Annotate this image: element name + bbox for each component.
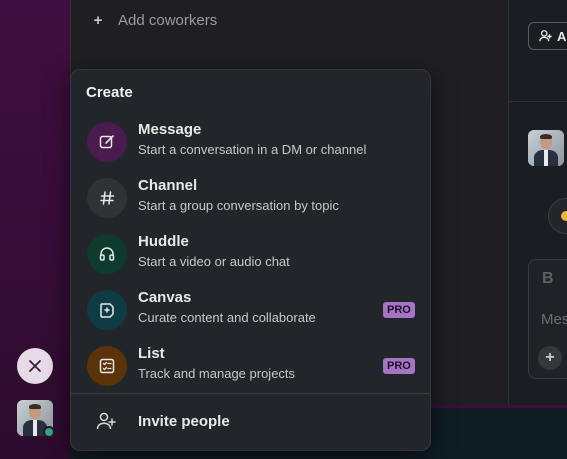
menu-divider — [71, 393, 430, 394]
add-people-button[interactable]: A — [528, 22, 567, 50]
menu-item-description: Start a group conversation by topic — [138, 198, 339, 213]
menu-item-description: Track and manage projects — [138, 366, 296, 381]
canvas-icon — [87, 290, 127, 330]
add-person-icon — [539, 30, 552, 42]
hash-icon — [87, 178, 127, 218]
menu-item-message[interactable]: Message Start a conversation in a DM or … — [71, 114, 430, 170]
headphones-icon — [87, 234, 127, 274]
add-coworkers-label: Add coworkers — [118, 11, 218, 29]
pro-badge: PRO — [383, 302, 415, 318]
menu-item-name: Canvas — [138, 289, 192, 306]
presence-indicator — [43, 426, 55, 438]
close-icon — [29, 360, 41, 372]
menu-item-name: Channel — [138, 177, 198, 194]
invite-people-item[interactable]: Invite people — [71, 400, 430, 444]
compose-icon — [87, 122, 127, 162]
pro-badge: PRO — [383, 358, 415, 374]
list-icon — [87, 346, 127, 386]
header-divider — [509, 101, 567, 102]
composer-plus-button[interactable]: + — [538, 346, 562, 370]
message-avatar[interactable] — [528, 130, 564, 166]
menu-item-name: Huddle — [138, 233, 189, 250]
menu-item-huddle[interactable]: Huddle Start a video or audio chat — [71, 226, 430, 282]
menu-item-list[interactable]: List Track and manage projects PRO — [71, 338, 430, 394]
menu-item-description: Start a video or audio chat — [138, 254, 290, 269]
menu-item-canvas[interactable]: Canvas Curate content and collaborate PR… — [71, 282, 430, 338]
menu-item-description: Start a conversation in a DM or channel — [138, 142, 367, 157]
plus-icon: + — [93, 11, 103, 29]
invite-people-label: Invite people — [138, 413, 230, 430]
workspace-rail — [0, 0, 70, 459]
menu-title: Create — [86, 84, 133, 101]
add-people-label: A — [557, 28, 567, 44]
add-coworkers-link[interactable]: + Add coworkers — [88, 8, 218, 32]
menu-item-channel[interactable]: Channel Start a group conversation by to… — [71, 170, 430, 226]
emoji-icon — [561, 211, 567, 221]
add-person-icon — [95, 410, 119, 434]
close-create-button[interactable] — [17, 348, 53, 384]
bold-button[interactable]: B — [542, 270, 554, 288]
message-composer[interactable]: B Mes + — [528, 259, 567, 379]
menu-item-description: Curate content and collaborate — [138, 310, 316, 325]
menu-item-name: Message — [138, 121, 202, 138]
create-menu: Create Message Start a conversation in a… — [70, 69, 431, 451]
menu-item-name: List — [138, 345, 165, 362]
composer-placeholder: Mes — [541, 311, 567, 328]
